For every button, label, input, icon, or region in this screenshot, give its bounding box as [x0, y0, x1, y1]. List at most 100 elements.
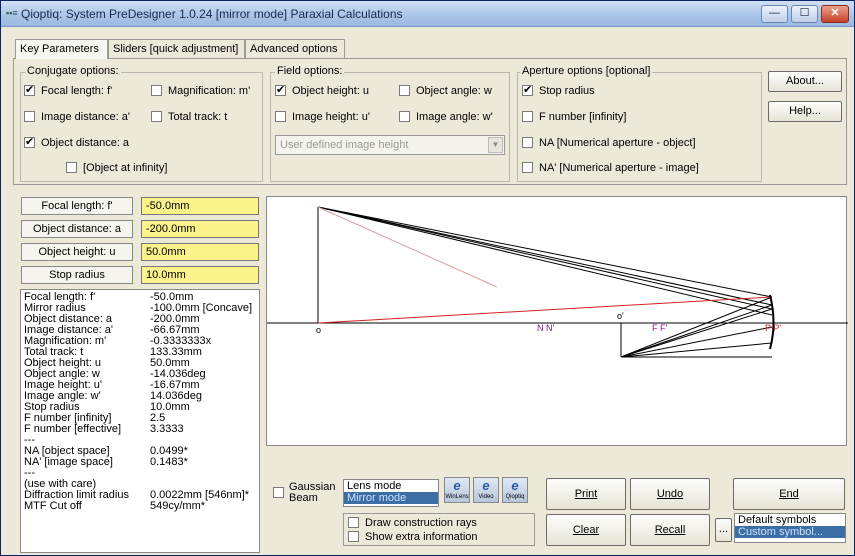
object-height-checkbox[interactable]: Object height: u	[275, 83, 369, 97]
mode-lens-item[interactable]: Lens mode	[344, 480, 438, 492]
minimize-button[interactable]: —	[761, 5, 788, 23]
print-button[interactable]: Print	[546, 478, 626, 510]
object-height-input[interactable]: 50.0mm	[141, 243, 259, 261]
checkbox-label: NA' [Numerical aperture - image]	[539, 162, 699, 174]
end-button[interactable]: End	[733, 478, 845, 510]
checkbox-box	[151, 111, 162, 122]
tab-advanced-options[interactable]: Advanced options	[245, 39, 345, 59]
checkbox-box	[273, 487, 284, 498]
aperture-options-title: Aperture options [optional]	[520, 65, 653, 77]
checkbox-box	[275, 83, 286, 96]
tab-key-parameters[interactable]: Key Parameters	[15, 39, 108, 59]
focal-length-checkbox[interactable]: Focal length: f'	[24, 83, 113, 97]
na-image-checkbox[interactable]: NA' [Numerical aperture - image]	[522, 162, 699, 174]
qioptiq-icon: e	[511, 478, 519, 493]
maximize-button[interactable]: ☐	[791, 5, 818, 23]
image-height-mode-select[interactable]: User defined image height ▼	[275, 135, 505, 155]
label-object-point: o	[316, 325, 321, 335]
checkbox-label: NA [Numerical aperture - object]	[539, 137, 696, 149]
checkbox-box	[66, 162, 77, 173]
undo-button[interactable]: Undo	[630, 478, 710, 510]
chevron-down-icon[interactable]: ▼	[488, 137, 503, 153]
object-distance-checkbox[interactable]: Object distance: a	[24, 135, 129, 149]
about-button[interactable]: About...	[768, 71, 842, 92]
stop-radius-input[interactable]: 10.0mm	[141, 266, 259, 284]
label-image-point: o'	[617, 311, 624, 321]
mode-mirror-item[interactable]: Mirror mode	[344, 492, 438, 504]
image-angle-checkbox[interactable]: Image angle: w'	[399, 111, 493, 123]
checkbox-box	[522, 111, 533, 122]
ray-line-faint	[317, 206, 498, 288]
conjugate-options-group: Conjugate options: Focal length: f' Magn…	[20, 65, 263, 182]
tab-sliders[interactable]: Sliders [quick adjustment]	[108, 39, 245, 59]
checkbox-box	[151, 85, 162, 96]
winlens-button[interactable]: e WinLens	[444, 477, 470, 503]
mode-list[interactable]: Lens mode Mirror mode	[343, 479, 439, 507]
object-angle-checkbox[interactable]: Object angle: w	[399, 85, 492, 97]
checkbox-label: Image angle: w'	[416, 111, 493, 123]
ray-line	[317, 206, 773, 310]
object-distance-input[interactable]: -200.0mm	[141, 220, 259, 238]
stop-radius-checkbox[interactable]: Stop radius	[522, 83, 595, 97]
key-parameters-panel: Conjugate options: Focal length: f' Magn…	[13, 58, 847, 185]
display-options-group: Draw construction rays Show extra inform…	[343, 513, 535, 546]
checkbox-label: Focal length: f'	[41, 85, 113, 97]
window-title: Qioptiq: System PreDesigner 1.0.24 [mirr…	[21, 7, 403, 21]
checkbox-box	[399, 111, 410, 122]
checkbox-label: Stop radius	[539, 85, 595, 97]
focal-length-input[interactable]: -50.0mm	[141, 197, 259, 215]
param-label-stop-radius: Stop radius	[21, 266, 133, 284]
icon-button-label: Video	[478, 494, 494, 500]
gaussian-beam-label: Gaussian Beam	[289, 481, 336, 504]
result-value: 3.3333	[150, 423, 184, 435]
result-key: MTF Cut off	[24, 500, 82, 512]
checkbox-box	[348, 531, 359, 542]
magnification-checkbox[interactable]: Magnification: m'	[151, 85, 250, 97]
clear-button[interactable]: Clear	[546, 514, 626, 546]
recall-button[interactable]: Recall	[630, 514, 710, 546]
result-value: 549cy/mm*	[150, 500, 206, 512]
field-options-group: Field options: Object height: u Object a…	[270, 65, 510, 182]
title-bar: ▪▪≡ Qioptiq: System PreDesigner 1.0.24 […	[1, 1, 854, 27]
construction-rays-checkbox[interactable]: Draw construction rays	[348, 517, 477, 529]
marginal-ray	[317, 296, 773, 324]
checkbox-box	[399, 85, 410, 96]
ray-diagram: o N N' o' F F' P P'	[266, 196, 848, 446]
checkbox-label: Image height: u'	[292, 111, 370, 123]
help-button[interactable]: Help...	[768, 101, 842, 122]
param-label-object-distance: Object distance: a	[21, 220, 133, 238]
custom-symbol-item[interactable]: Custom symbol...	[735, 526, 845, 538]
f-number-checkbox[interactable]: F number [infinity]	[522, 111, 626, 123]
aperture-options-group: Aperture options [optional] Stop radius …	[517, 65, 762, 182]
total-track-checkbox[interactable]: Total track: t	[151, 111, 227, 123]
field-options-title: Field options:	[275, 65, 345, 77]
image-height-checkbox[interactable]: Image height: u'	[275, 111, 370, 123]
na-object-checkbox[interactable]: NA [Numerical aperture - object]	[522, 137, 696, 149]
more-options-button[interactable]: ...	[715, 518, 732, 542]
checkbox-box	[348, 517, 359, 528]
checkbox-label: [Object at infinity]	[83, 162, 168, 174]
video-icon: e	[482, 478, 490, 493]
reflected-ray	[620, 296, 773, 358]
object-at-infinity-checkbox[interactable]: [Object at infinity]	[66, 162, 167, 174]
checkbox-label: Show extra information	[365, 531, 478, 543]
gaussian-beam-checkbox[interactable]	[273, 487, 290, 499]
video-button[interactable]: e Video	[473, 477, 499, 503]
app-window: ▪▪≡ Qioptiq: System PreDesigner 1.0.24 […	[0, 0, 855, 556]
bottom-controls: Gaussian Beam Lens mode Mirror mode e Win…	[266, 448, 847, 553]
checkbox-box	[24, 111, 35, 122]
label-focal-points: F F'	[652, 323, 667, 333]
concave-mirror	[769, 294, 775, 350]
checkbox-label: Image distance: a'	[41, 111, 130, 123]
conjugate-options-title: Conjugate options:	[25, 65, 121, 77]
extra-info-checkbox[interactable]: Show extra information	[348, 531, 478, 543]
default-symbols-item[interactable]: Default symbols	[735, 514, 845, 526]
close-button[interactable]: ✕	[821, 5, 849, 23]
checkbox-label: Draw construction rays	[365, 517, 477, 529]
symbols-list[interactable]: Default symbols Custom symbol...	[734, 513, 846, 543]
results-list: Focal length: f' -50.0mm Mirror radius -10…	[20, 289, 260, 553]
label-principal-points: P P'	[765, 323, 781, 333]
checkbox-box	[24, 135, 35, 148]
image-distance-checkbox[interactable]: Image distance: a'	[24, 111, 130, 123]
qioptiq-button[interactable]: e Qioptiq	[502, 477, 528, 503]
